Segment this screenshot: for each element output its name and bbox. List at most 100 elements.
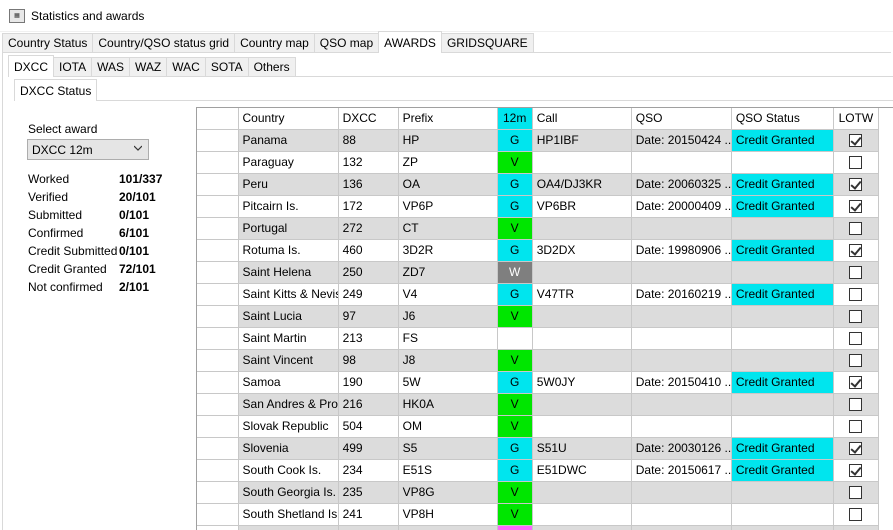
lotw-checkbox[interactable]: [849, 376, 863, 390]
cell-12m: [497, 525, 533, 530]
row-header[interactable]: [197, 173, 239, 196]
cell-dxcc: 213: [338, 327, 399, 350]
table-row[interactable]: Pitcairn Is. 172 VP6P G VP6BR Date: 20000409 …: [197, 195, 880, 218]
cell-call: E51DWC: [532, 459, 632, 482]
lotw-checkbox[interactable]: [849, 354, 863, 368]
cell-lotw: [833, 217, 880, 240]
table-row[interactable]: Saint Helena 250 ZD7 W: [197, 261, 880, 284]
table-row[interactable]: Rotuma Is. 460 3D2R G 3D2DX Date: 19980906 ..…: [197, 239, 880, 262]
award-select[interactable]: DXCC 12m: [27, 139, 149, 160]
tab-country-status[interactable]: Country Status: [2, 33, 94, 52]
lotw-checkbox[interactable]: [849, 244, 863, 258]
table-row[interactable]: Slovak Republic 504 OM V: [197, 415, 880, 438]
column-header-country[interactable]: Country: [238, 108, 339, 130]
table-row[interactable]: Saint Kitts & Nevis 249 V4 G V47TR Date: 2016…: [197, 283, 880, 306]
column-header-dxcc[interactable]: DXCC: [338, 108, 399, 130]
chevron-down-icon: [134, 145, 142, 151]
column-header-call[interactable]: Call: [532, 108, 632, 130]
lotw-checkbox[interactable]: [849, 332, 863, 346]
row-header[interactable]: [197, 503, 239, 526]
cell-lotw: [833, 195, 880, 218]
lotw-checkbox[interactable]: [849, 156, 863, 170]
lotw-checkbox[interactable]: [849, 266, 863, 280]
row-header[interactable]: [197, 459, 239, 482]
award-tab-sota[interactable]: SOTA: [204, 57, 249, 76]
cell-qso-status: [731, 217, 834, 240]
table-row[interactable]: Panama 88 HP G HP1IBF Date: 20150424 ... Credi…: [197, 129, 880, 152]
cell-dxcc: 249: [338, 283, 399, 306]
dxcc-status-grid[interactable]: Country DXCC Prefix 12m Call QSO QSO Status LOT…: [196, 107, 893, 530]
cell-call: [532, 393, 632, 416]
tab-gridsquare[interactable]: GRIDSQUARE: [440, 33, 534, 52]
row-header[interactable]: [197, 327, 239, 350]
grid-header: Country DXCC Prefix 12m Call QSO QSO Status LOT…: [197, 108, 880, 130]
cell-qso-status: [731, 305, 834, 328]
cell-lotw: [833, 151, 880, 174]
award-tab-waz[interactable]: WAZ: [129, 57, 168, 76]
row-header[interactable]: [197, 195, 239, 218]
table-row[interactable]: Peru 136 OA G OA4/DJ3KR Date: 20060325 ... Cre…: [197, 173, 880, 196]
lotw-checkbox[interactable]: [849, 222, 863, 236]
lotw-checkbox[interactable]: [849, 200, 863, 214]
lotw-checkbox[interactable]: [849, 310, 863, 324]
award-tab-dxcc[interactable]: DXCC: [8, 55, 55, 77]
tab-country-map[interactable]: Country map: [234, 33, 315, 52]
table-row[interactable]: Portugal 272 CT V: [197, 217, 880, 240]
row-header[interactable]: [197, 349, 239, 372]
cell-call: HP1IBF: [532, 129, 632, 152]
row-header[interactable]: [197, 283, 239, 306]
cell-12m: G: [497, 173, 533, 196]
lotw-checkbox[interactable]: [849, 486, 863, 500]
row-header[interactable]: [197, 305, 239, 328]
lotw-checkbox[interactable]: [849, 178, 863, 192]
row-header[interactable]: [197, 217, 239, 240]
row-header[interactable]: [197, 415, 239, 438]
lotw-checkbox[interactable]: [849, 420, 863, 434]
table-row[interactable]: South Cook Is. 234 E51S G E51DWC Date: 201506…: [197, 459, 880, 482]
lotw-checkbox[interactable]: [849, 508, 863, 522]
award-tab-was[interactable]: WAS: [91, 57, 131, 76]
table-row[interactable]: Paraguay 132 ZP V: [197, 151, 880, 174]
table-row[interactable]: [197, 525, 880, 530]
row-header[interactable]: [197, 151, 239, 174]
row-header[interactable]: [197, 437, 239, 460]
table-row[interactable]: San Andres & Pro... 216 HK0A V: [197, 393, 880, 416]
row-header[interactable]: [197, 481, 239, 504]
cell-prefix: HK0A: [398, 393, 498, 416]
table-row[interactable]: Slovenia 499 S5 G S51U Date: 20030126 ... Cred…: [197, 437, 880, 460]
row-header-corner: [197, 108, 239, 130]
sub-tab-dxcc-status[interactable]: DXCC Status: [14, 79, 98, 101]
table-row[interactable]: South Georgia Is. 235 VP8G V: [197, 481, 880, 504]
lotw-checkbox[interactable]: [849, 464, 863, 478]
tab-awards[interactable]: AWARDS: [378, 31, 442, 53]
cell-call: 3D2DX: [532, 239, 632, 262]
row-header[interactable]: [197, 371, 239, 394]
lotw-checkbox[interactable]: [849, 134, 863, 148]
column-header-prefix[interactable]: Prefix: [398, 108, 498, 130]
cell-country: Saint Martin: [238, 327, 339, 350]
table-row[interactable]: Saint Martin 213 FS: [197, 327, 880, 350]
column-header-lotw[interactable]: LOTW: [833, 108, 880, 130]
row-header[interactable]: [197, 261, 239, 284]
tab-country-qso-status-grid[interactable]: Country/QSO status grid: [92, 33, 236, 52]
row-header[interactable]: [197, 525, 239, 530]
award-tab-iota[interactable]: IOTA: [53, 57, 93, 76]
lotw-checkbox[interactable]: [849, 288, 863, 302]
cell-country: San Andres & Pro...: [238, 393, 339, 416]
cell-qso-status: [731, 327, 834, 350]
tab-qso-map[interactable]: QSO map: [313, 33, 380, 52]
row-header[interactable]: [197, 393, 239, 416]
table-row[interactable]: Saint Vincent 98 J8 V: [197, 349, 880, 372]
row-header[interactable]: [197, 129, 239, 152]
award-tab-others[interactable]: Others: [247, 57, 296, 76]
table-row[interactable]: Saint Lucia 97 J6 V: [197, 305, 880, 328]
row-header[interactable]: [197, 239, 239, 262]
table-row[interactable]: Samoa 190 5W G 5W0JY Date: 20150410 ... Credit…: [197, 371, 880, 394]
column-header-qso-status[interactable]: QSO Status: [731, 108, 834, 130]
column-header-qso[interactable]: QSO: [631, 108, 732, 130]
lotw-checkbox[interactable]: [849, 442, 863, 456]
table-row[interactable]: South Shetland Is. 241 VP8H V: [197, 503, 880, 526]
lotw-checkbox[interactable]: [849, 398, 863, 412]
column-header-12m[interactable]: 12m: [497, 108, 533, 130]
award-tab-wac[interactable]: WAC: [166, 57, 206, 76]
